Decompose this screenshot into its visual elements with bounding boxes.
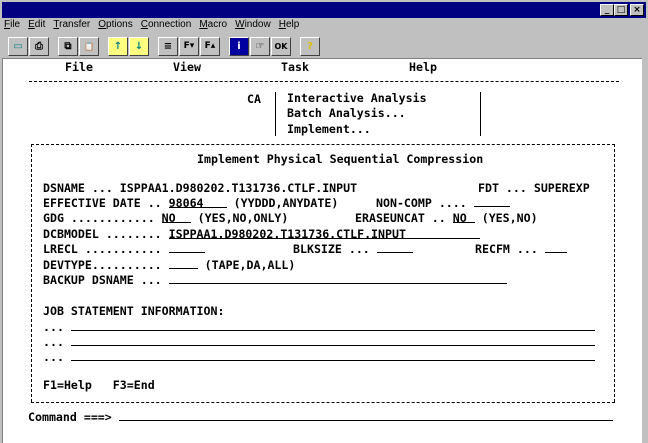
font-down-icon[interactable]: F▾ — [179, 37, 199, 56]
close-button[interactable]: × — [630, 4, 644, 16]
dialog-left-border — [31, 144, 32, 402]
info-icon[interactable]: i — [229, 37, 249, 56]
terminal-screen: File View Task Help CA Interactive Analy… — [2, 58, 642, 443]
gdg-field[interactable]: NO — [161, 211, 191, 225]
display-icon[interactable]: ▭ — [8, 37, 28, 56]
non-comp-label: NON-COMP .... — [376, 196, 474, 210]
print-icon[interactable]: ⎙ — [29, 37, 49, 56]
ispf-menu-view[interactable]: View — [173, 60, 201, 74]
fdt-field[interactable]: SUPEREXP — [534, 181, 590, 195]
erase-uncat-label: ERASEUNCAT .. — [355, 211, 453, 225]
minimize-button[interactable]: _ — [600, 4, 614, 16]
dcbmodel-label: DCBMODEL ........ — [43, 227, 169, 241]
menu-macro[interactable]: Macro — [199, 19, 227, 33]
menu-edit[interactable]: Edit — [28, 19, 45, 33]
pointer-icon[interactable]: ☞ — [250, 37, 270, 56]
task-menu-interactive-analysis[interactable]: Interactive Analysis — [287, 91, 427, 105]
send-file-icon[interactable]: ↑ — [108, 37, 128, 56]
erase-uncat-field[interactable]: NO — [452, 211, 475, 225]
dialog-bottom-border — [31, 402, 615, 403]
ispf-menu-help[interactable]: Help — [409, 60, 437, 74]
effective-date-label: EFFECTIVE DATE .. — [43, 196, 169, 210]
maximize-button[interactable]: □ — [614, 4, 628, 16]
copy-icon[interactable]: ⧉ — [58, 37, 78, 56]
dialog-top-border — [31, 144, 615, 145]
ca-label: CA — [247, 92, 261, 106]
menu-file[interactable]: File — [4, 19, 20, 33]
job-prefix: ... — [43, 335, 64, 349]
dialog-title: Implement Physical Sequential Compressio… — [197, 152, 484, 166]
lrecl-label: LRECL ........... — [43, 242, 169, 256]
job-prefix: ... — [43, 350, 64, 364]
blksize-label: BLKSIZE ... — [293, 242, 377, 256]
recfm-label: RECFM ... — [475, 242, 545, 256]
lrecl-field[interactable] — [168, 243, 205, 253]
devtype-label: DEVTYPE.......... — [43, 258, 169, 272]
ispf-menu-file[interactable]: File — [65, 60, 93, 74]
title-bar — [2, 2, 646, 18]
job-prefix: ... — [43, 320, 64, 334]
ispf-menu-task[interactable]: Task — [281, 60, 309, 74]
receive-file-icon[interactable]: ↓ — [129, 37, 149, 56]
pulldown-right-border — [480, 92, 481, 136]
job-statement-line-3[interactable] — [70, 351, 595, 361]
gdg-label: GDG ............ — [43, 211, 162, 225]
window-controls: _ □ × — [600, 4, 644, 16]
dialog-right-border — [614, 144, 615, 402]
job-statement-line-2[interactable] — [70, 336, 595, 346]
recfm-field[interactable] — [544, 243, 567, 253]
action-bar-separator — [29, 81, 619, 82]
task-menu-implement[interactable]: Implement... — [287, 122, 371, 136]
non-comp-field[interactable] — [473, 197, 510, 207]
pulldown-left-border — [275, 92, 276, 136]
dsname-field[interactable]: ISPPAA1.D980202.T131736.CTLF.INPUT — [120, 181, 357, 195]
effective-date-field[interactable]: 98064 — [168, 196, 227, 210]
job-statement-line-1[interactable] — [70, 321, 595, 331]
effective-date-hint: (YYDDD,ANYDATE) — [233, 196, 339, 210]
task-menu-batch-analysis[interactable]: Batch Analysis... — [287, 106, 406, 120]
menu-bar: File Edit Transfer Options Connection Ma… — [4, 19, 307, 33]
job-statement-label: JOB STATEMENT INFORMATION: — [43, 304, 225, 318]
erase-uncat-hint: (YES,NO) — [481, 211, 538, 225]
help-icon[interactable]: ? — [300, 37, 320, 56]
devtype-hint: (TAPE,DA,ALL) — [204, 258, 296, 272]
blksize-field[interactable] — [376, 243, 413, 253]
menu-help[interactable]: Help — [279, 19, 300, 33]
fdt-label: FDT ... — [478, 181, 534, 195]
menu-window[interactable]: Window — [235, 19, 271, 33]
devtype-field[interactable] — [168, 259, 198, 269]
function-keys: F1=Help F3=End — [43, 378, 155, 392]
menu-options[interactable]: Options — [98, 19, 132, 33]
toolbar: ▭ ⎙ ⧉ 📋 ↑ ↓ ≡ F▾ F▴ i ☞ OK ? — [8, 37, 321, 57]
gdg-hint: (YES,NO,ONLY) — [197, 211, 289, 225]
scrollbar[interactable] — [642, 58, 648, 443]
ok-icon[interactable]: OK — [271, 37, 291, 56]
backup-dsname-field[interactable] — [168, 274, 507, 284]
menu-connection[interactable]: Connection — [141, 19, 192, 33]
backup-dsname-label: BACKUP DSNAME ... — [43, 273, 169, 287]
command-input[interactable] — [118, 411, 613, 421]
paste-icon[interactable]: 📋 — [79, 37, 99, 56]
command-label: Command ===> — [28, 410, 112, 424]
menu-transfer[interactable]: Transfer — [53, 19, 90, 33]
print-screen-icon[interactable]: ≡ — [158, 37, 178, 56]
font-up-icon[interactable]: F▴ — [200, 37, 220, 56]
dcbmodel-field[interactable]: ISPPAA1.D980202.T131736.CTLF.INPUT — [168, 227, 480, 241]
dsname-label: DSNAME ... — [43, 181, 120, 195]
